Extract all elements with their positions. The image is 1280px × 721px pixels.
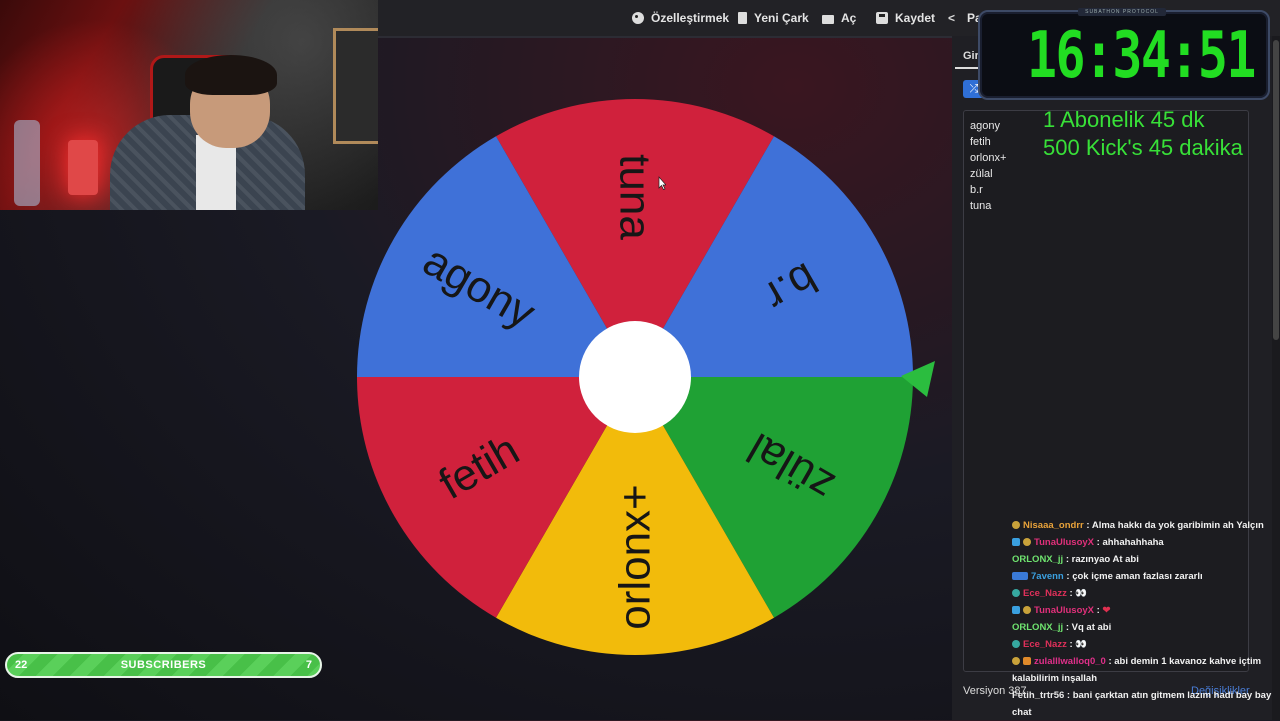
chat-username[interactable]: Fetih_trtr56 (1012, 690, 1064, 701)
save-button[interactable]: Kaydet (876, 0, 935, 36)
entries-list: agony fetih orlonx+ zülal b.r tuna (970, 118, 1006, 214)
subathon-timer: 16:34:51 (1026, 19, 1257, 93)
chat-username[interactable]: Ece_Nazz (1023, 639, 1067, 650)
streamer-hair (185, 55, 277, 95)
wheel-graphic[interactable]: tunab.rzülalorlonx+fetihagony (355, 97, 935, 657)
chat-separator: : (1083, 520, 1092, 531)
new-wheel-label: Yeni Çark (754, 11, 809, 25)
chat-text: çok içme aman fazlası zararlı (1072, 571, 1203, 582)
chat-message: TunaUlusoyX : ahhahahhaha (1012, 534, 1276, 551)
chat-separator: : (1064, 690, 1073, 701)
chat-badge-icon (1023, 538, 1031, 546)
entry-item: fetih (970, 136, 991, 148)
subathon-rules: 1 Abonelik 45 dk 500 Kick's 45 dakika (1043, 106, 1243, 162)
chat-username[interactable]: Nisaaa_ondrr (1023, 520, 1084, 531)
share-button[interactable]: < Pa (948, 0, 982, 36)
chat-badge-icon (1012, 606, 1020, 614)
open-button[interactable]: Aç (822, 0, 856, 36)
entry-item: agony (970, 120, 1000, 132)
chat-message: ORLONX_jj : Vq at abi (1012, 619, 1276, 636)
chat-message: Ece_Nazz : 👀 (1012, 636, 1276, 653)
chat-username[interactable]: TunaUlusoyX (1034, 537, 1094, 548)
chat-username[interactable]: zulalllwalloq0_0 (1034, 656, 1106, 667)
spin-wheel[interactable]: tuna b.r zülal orlonx+ fetih agony (355, 97, 935, 657)
chat-overlay: Nisaaa_ondrr : Alma hakkı da yok garibim… (1012, 517, 1276, 721)
wheel-segment-label: orlonx+ (611, 484, 660, 630)
chat-badge-icon (1023, 657, 1031, 665)
rule-kicks: 500 Kick's 45 dakika (1043, 135, 1243, 160)
chat-username[interactable]: ORLONX_jj (1012, 554, 1063, 565)
chat-text: ahhahahhaha (1102, 537, 1164, 548)
mouse-cursor-icon (658, 176, 666, 190)
chat-message: Nisaaa_ondrr : Alma hakkı da yok garibim… (1012, 517, 1276, 534)
share-icon: < (948, 11, 956, 25)
save-icon (876, 12, 888, 24)
subscriber-goal-count: 7 (305, 659, 312, 671)
chat-badge-icon (1012, 538, 1020, 546)
chat-text: Alma hakkı da yok garibimin ah Yalçın (1091, 520, 1264, 531)
wheel-center-button[interactable] (579, 321, 691, 433)
chat-username[interactable]: ORLONX_jj (1012, 622, 1063, 633)
chat-text: razınyao At abi (1071, 554, 1139, 565)
chat-separator: : (1063, 571, 1073, 582)
customize-button[interactable]: Özelleştirmek (632, 0, 729, 36)
webcam-feed (0, 0, 378, 210)
chat-badge-icon (1012, 572, 1028, 580)
entry-item: tuna (970, 200, 992, 212)
save-label: Kaydet (895, 11, 936, 25)
chat-text: ❤ (1102, 605, 1111, 616)
chat-separator: : (1063, 622, 1072, 633)
subscriber-goal-bar: SUBSCRIBERS 22 7 (5, 652, 322, 678)
chat-separator: : (1063, 554, 1072, 565)
rule-subscription: 1 Abonelik 45 dk (1043, 107, 1205, 132)
chat-username[interactable]: 7avenn (1031, 571, 1064, 582)
chat-username[interactable]: TunaUlusoyX (1034, 605, 1094, 616)
chat-message: ORLONX_jj : razınyao At abi (1012, 551, 1276, 568)
chat-badge-icon (1012, 640, 1020, 648)
chat-username[interactable]: Ece_Nazz (1023, 588, 1067, 599)
chat-message: Ece_Nazz : 👀 (1012, 585, 1276, 602)
chat-badge-icon (1012, 657, 1020, 665)
palette-icon (632, 12, 644, 24)
chat-message: 7avenn : çok içme aman fazlası zararlı (1012, 568, 1276, 585)
subscriber-count: 22 (15, 659, 28, 671)
chat-text: 👀 (1075, 588, 1088, 599)
tab-entries[interactable]: Gir (963, 50, 979, 62)
timer-header: SUBATHON PROTOCOL (1078, 8, 1166, 16)
entry-item: orlonx+ (970, 152, 1007, 164)
folder-icon (822, 14, 834, 24)
red-lamp (68, 140, 98, 195)
chat-badge-icon (1012, 589, 1020, 597)
scrollbar-thumb[interactable] (1273, 40, 1279, 340)
new-wheel-button[interactable]: Yeni Çark (738, 0, 809, 36)
open-label: Aç (841, 11, 857, 25)
document-icon (738, 12, 747, 24)
entry-item: b.r (970, 184, 983, 196)
chat-separator: : (1105, 656, 1115, 667)
subscriber-goal-label: SUBSCRIBERS (120, 659, 207, 671)
chat-message: Fetih_trtr56 : bani çarktan atın gitmem … (1012, 687, 1276, 721)
chat-message: zulalllwalloq0_0 : abi demin 1 kavanoz k… (1012, 653, 1276, 687)
chat-badge-icon (1023, 606, 1031, 614)
chat-message: TunaUlusoyX : ❤ (1012, 602, 1276, 619)
chat-badge-icon (1012, 521, 1020, 529)
chat-text: 👀 (1075, 639, 1088, 650)
chat-text: Vq at abi (1071, 622, 1112, 633)
customize-label: Özelleştirmek (651, 11, 730, 25)
wheel-segment-label: tuna (611, 154, 660, 240)
water-bottle (14, 120, 40, 206)
entry-item: zülal (970, 168, 993, 180)
